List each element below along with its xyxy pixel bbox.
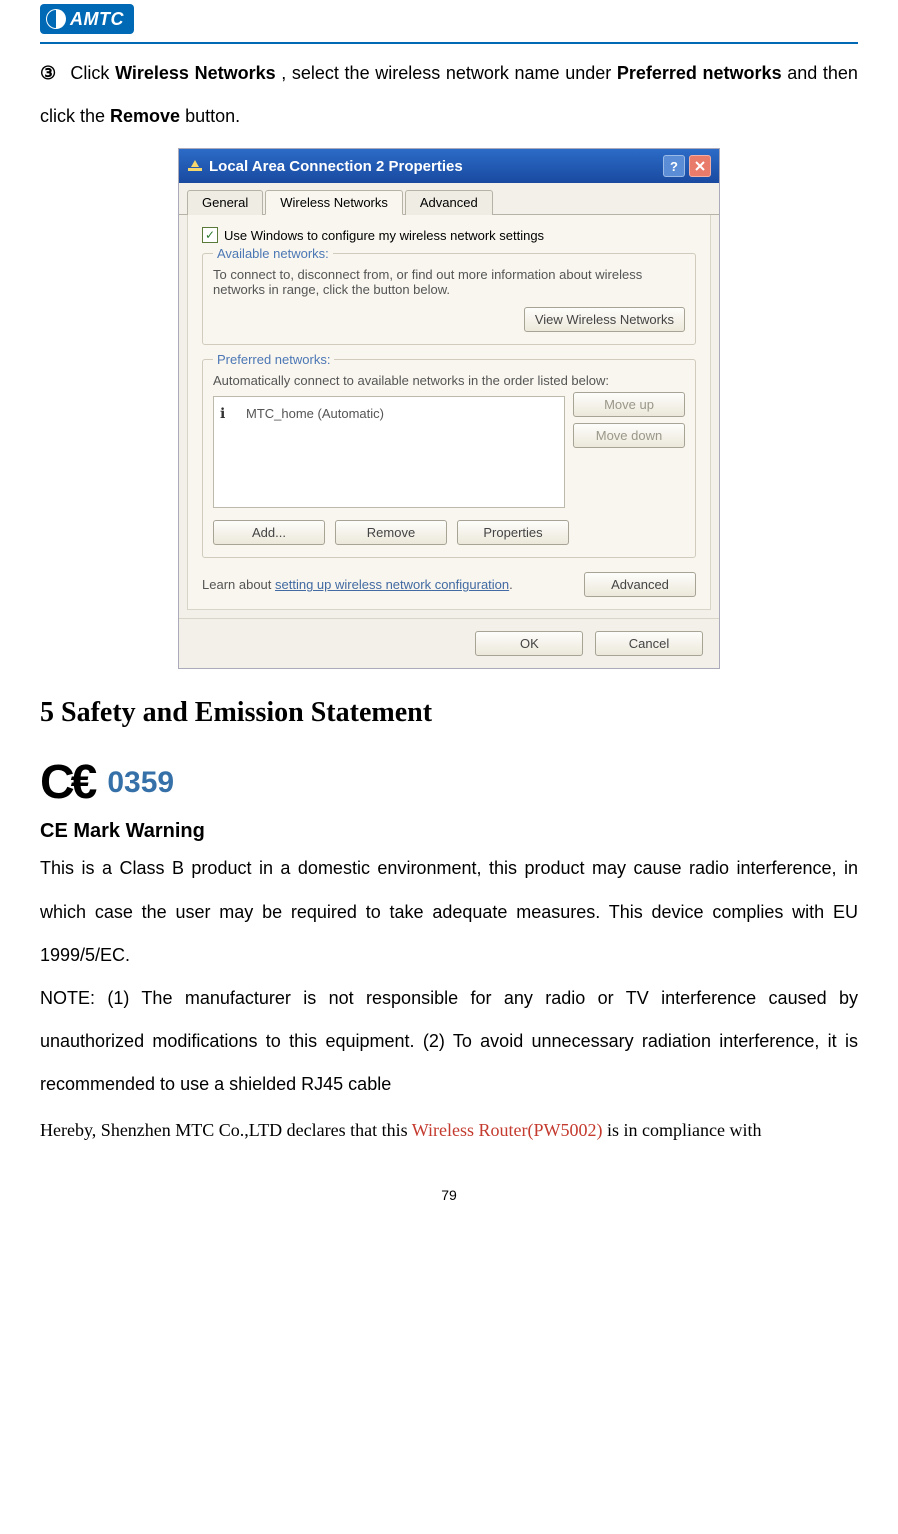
hereby-text-a: Hereby, Shenzhen MTC Co.,LTD declares th… (40, 1120, 412, 1140)
ce-number: 0359 (107, 766, 174, 800)
instr-bold-remove: Remove (110, 106, 180, 126)
remove-button[interactable]: Remove (335, 520, 447, 545)
learn-text-a: Learn about (202, 577, 275, 592)
checkbox-icon: ✓ (202, 227, 218, 243)
brand-text: AMTC (70, 9, 124, 30)
help-button[interactable]: ? (663, 155, 685, 177)
tab-body: ✓ Use Windows to configure my wireless n… (187, 215, 711, 610)
brand-swirl-icon (44, 7, 68, 31)
properties-dialog: Local Area Connection 2 Properties ? Gen… (178, 148, 720, 669)
tab-wireless-networks[interactable]: Wireless Networks (265, 190, 403, 215)
page-number: 79 (40, 1187, 858, 1203)
dialog-titlebar: Local Area Connection 2 Properties ? (179, 149, 719, 183)
preferred-legend: Preferred networks: (213, 352, 334, 367)
hereby-text-b: is in compliance with (603, 1120, 762, 1140)
move-up-button[interactable]: Move up (573, 392, 685, 417)
section-5-heading: 5 Safety and Emission Statement (40, 697, 858, 729)
hereby-paragraph: Hereby, Shenzhen MTC Co.,LTD declares th… (40, 1113, 858, 1147)
brand-logo: AMTC (40, 4, 134, 34)
ok-button[interactable]: OK (475, 631, 583, 656)
instr-bold-preferred: Preferred networks (617, 63, 782, 83)
learn-row: Learn about setting up wireless network … (202, 572, 696, 597)
divider-top (40, 42, 858, 44)
tab-strip: General Wireless Networks Advanced (179, 183, 719, 215)
learn-link[interactable]: setting up wireless network configuratio… (275, 577, 509, 592)
close-icon (694, 160, 706, 172)
ce-mark-row: C€ 0359 (40, 755, 858, 810)
ce-paragraph-2: NOTE: (1) The manufacturer is not respon… (40, 977, 858, 1107)
use-windows-checkbox-row[interactable]: ✓ Use Windows to configure my wireless n… (202, 227, 696, 243)
checkbox-label: Use Windows to configure my wireless net… (224, 228, 544, 243)
instruction-paragraph: ③ Click Wireless Networks , select the w… (40, 52, 858, 138)
tab-general[interactable]: General (187, 190, 263, 215)
available-legend: Available networks: (213, 246, 333, 261)
add-button[interactable]: Add... (213, 520, 325, 545)
preferred-networks-group: Preferred networks: Automatically connec… (202, 359, 696, 558)
move-down-button[interactable]: Move down (573, 423, 685, 448)
ce-mark-icon: C€ (40, 755, 93, 810)
network-item[interactable]: ℹ MTC_home (Automatic) (220, 403, 558, 424)
properties-button[interactable]: Properties (457, 520, 569, 545)
advanced-button[interactable]: Advanced (584, 572, 696, 597)
ce-mark-warning-heading: CE Mark Warning (40, 820, 858, 843)
cancel-button[interactable]: Cancel (595, 631, 703, 656)
close-button[interactable] (689, 155, 711, 177)
help-icon: ? (670, 159, 678, 174)
ce-paragraph-1: This is a Class B product in a domestic … (40, 847, 858, 977)
available-networks-group: Available networks: To connect to, disco… (202, 253, 696, 345)
network-name: MTC_home (Automatic) (246, 406, 384, 421)
product-name-red: Wireless Router(PW5002) (412, 1120, 603, 1140)
preferred-network-list[interactable]: ℹ MTC_home (Automatic) (213, 396, 565, 508)
instr-text-c: , select the wireless network name under (281, 63, 617, 83)
instr-bold-wireless-networks: Wireless Networks (115, 63, 276, 83)
dialog-footer: OK Cancel (179, 618, 719, 668)
preferred-text: Automatically connect to available netwo… (213, 373, 685, 388)
dialog-title: Local Area Connection 2 Properties (209, 158, 463, 175)
learn-dot: . (509, 577, 513, 592)
step-number: ③ (40, 63, 57, 83)
available-text: To connect to, disconnect from, or find … (213, 267, 685, 297)
instr-text-g: button. (185, 106, 240, 126)
tab-advanced[interactable]: Advanced (405, 190, 493, 215)
view-wireless-networks-button[interactable]: View Wireless Networks (524, 307, 685, 332)
network-icon (187, 158, 203, 174)
brand-logo-bar: AMTC (40, 0, 858, 42)
instr-text-a: Click (70, 63, 115, 83)
antenna-icon: ℹ (220, 405, 236, 422)
